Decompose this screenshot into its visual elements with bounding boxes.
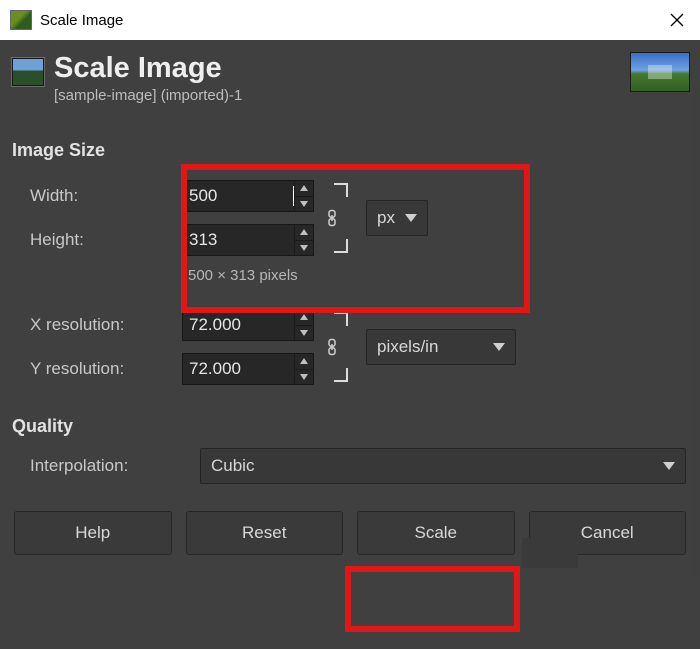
chevron-down-icon — [493, 343, 505, 351]
x-resolution-field[interactable] — [183, 315, 294, 335]
height-step-up[interactable] — [295, 225, 313, 241]
titlebar: Scale Image — [0, 0, 700, 41]
button-bar: Help Reset Scale Cancel — [10, 511, 690, 555]
y-resolution-field[interactable] — [183, 359, 294, 379]
width-input-field[interactable] — [183, 186, 293, 206]
width-input[interactable] — [182, 180, 314, 212]
interpolation-label: Interpolation: — [30, 456, 200, 476]
chevron-down-icon — [405, 214, 417, 222]
y-resolution-input[interactable] — [182, 353, 314, 385]
resolution-chain-toggle[interactable] — [319, 334, 345, 360]
height-label: Height: — [30, 230, 182, 250]
app-icon — [10, 10, 32, 30]
dialog-title: Scale Image — [54, 52, 242, 85]
chevron-down-icon — [663, 462, 675, 470]
height-input[interactable] — [182, 224, 314, 256]
window-title: Scale Image — [40, 12, 123, 29]
height-input-field[interactable] — [183, 230, 294, 250]
size-link-wrapper — [314, 179, 350, 257]
reset-button[interactable]: Reset — [186, 511, 344, 555]
size-chain-toggle[interactable] — [319, 205, 345, 231]
dialog-header: Scale Image [sample-image] (imported)-1 — [10, 52, 690, 104]
help-button[interactable]: Help — [14, 511, 172, 555]
image-size-heading: Image Size — [12, 140, 690, 161]
xres-step-up[interactable] — [295, 310, 313, 326]
chain-icon — [323, 338, 341, 356]
close-icon — [670, 13, 684, 27]
height-step-down[interactable] — [295, 241, 313, 256]
dimensions-readout: 500 × 313 pixels — [188, 267, 690, 284]
interpolation-dropdown[interactable]: Cubic — [200, 448, 686, 484]
size-unit-dropdown[interactable]: px — [366, 200, 428, 236]
xres-step-down[interactable] — [295, 326, 313, 341]
close-button[interactable] — [654, 0, 700, 40]
width-step-down[interactable] — [295, 197, 313, 212]
image-preview-thumbnail — [630, 52, 690, 92]
resolution-unit-dropdown[interactable]: pixels/in — [366, 329, 516, 365]
chain-icon — [323, 209, 341, 227]
dialog-body: Scale Image [sample-image] (imported)-1 … — [0, 40, 700, 649]
scale-icon — [12, 58, 44, 86]
yres-step-up[interactable] — [295, 354, 313, 370]
cancel-button[interactable]: Cancel — [529, 511, 687, 555]
width-label: Width: — [30, 186, 182, 206]
scale-image-dialog: Scale Image Scale Image [sample-image] (… — [0, 0, 700, 649]
resolution-link-wrapper — [314, 308, 350, 386]
quality-heading: Quality — [12, 416, 690, 437]
y-resolution-label: Y resolution: — [30, 359, 182, 379]
dialog-subtitle: [sample-image] (imported)-1 — [54, 87, 242, 104]
x-resolution-input[interactable] — [182, 309, 314, 341]
yres-step-down[interactable] — [295, 370, 313, 385]
x-resolution-label: X resolution: — [30, 315, 182, 335]
width-step-up[interactable] — [295, 181, 313, 197]
scale-button[interactable]: Scale — [357, 511, 515, 555]
